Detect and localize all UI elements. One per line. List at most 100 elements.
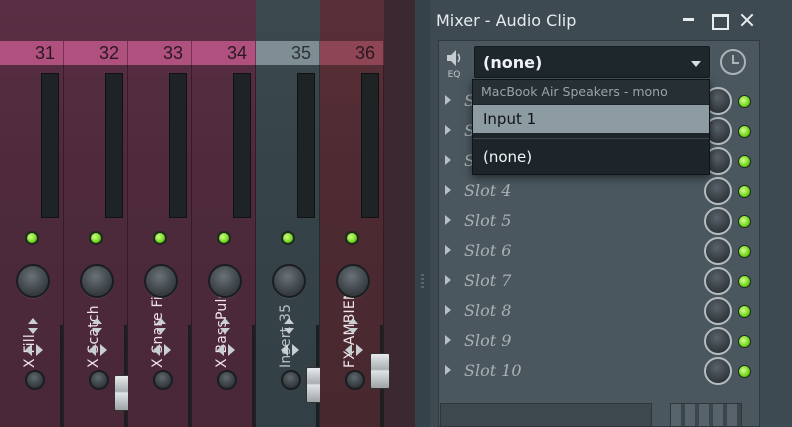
slot-label[interactable]: Slot 7	[464, 271, 511, 290]
slot-row[interactable]: Slot 10	[440, 356, 760, 386]
stereo-separation-icon[interactable]	[281, 343, 299, 357]
mix-level-knob[interactable]	[704, 267, 732, 295]
slot-row[interactable]: Slot 7	[440, 266, 760, 296]
speaker-icon	[447, 50, 461, 66]
audio-clip-panel: Mixer - Audio Clip EQ (none) Slot 1Slot …	[430, 0, 792, 427]
slot-row[interactable]: Slot 6	[440, 236, 760, 266]
up-down-arrows-icon[interactable]	[219, 318, 231, 334]
mixer-strip[interactable]: 35 Insert 35	[256, 0, 326, 427]
mixer-strips: 31 X Fill 32 X Scatch 33 X Snare Fill 34 X Bass…	[0, 0, 415, 427]
close-icon[interactable]	[738, 11, 756, 29]
slot-enable-led-icon[interactable]	[738, 305, 751, 318]
stereo-separation-icon[interactable]	[25, 343, 43, 357]
dropdown-option-input-1[interactable]: Input 1	[473, 105, 709, 133]
expand-arrow-icon[interactable]	[445, 365, 451, 375]
stereo-separation-icon[interactable]	[217, 343, 235, 357]
strip-number: 33	[128, 41, 192, 65]
maximize-icon[interactable]	[710, 11, 729, 30]
up-down-arrows-icon[interactable]	[27, 318, 39, 334]
slot-enable-led-icon[interactable]	[738, 215, 751, 228]
strip-number: 31	[0, 41, 64, 65]
pan-knob[interactable]	[16, 264, 50, 298]
title-bar[interactable]: Mixer - Audio Clip	[430, 0, 792, 40]
fader-track	[60, 325, 63, 427]
mute-led-icon[interactable]	[217, 231, 231, 245]
pan-knob[interactable]	[80, 264, 114, 298]
expand-arrow-icon[interactable]	[445, 125, 451, 135]
slot-row[interactable]: Slot 9	[440, 326, 760, 356]
pan-knob[interactable]	[144, 264, 178, 298]
mix-level-knob[interactable]	[704, 177, 732, 205]
mix-level-knob[interactable]	[704, 207, 732, 235]
strip-number: 34	[192, 41, 256, 65]
stereo-separation-icon[interactable]	[89, 343, 107, 357]
input-select-value: (none)	[483, 53, 543, 72]
mixer-strip[interactable]: 36 FX AMBIENCE	[320, 0, 390, 427]
slot-enable-led-icon[interactable]	[738, 155, 751, 168]
input-select[interactable]: (none)	[474, 46, 710, 78]
slot-label[interactable]: Slot 5	[464, 211, 511, 230]
stereo-separation-icon[interactable]	[153, 343, 171, 357]
mute-led-icon[interactable]	[281, 231, 295, 245]
mixer-strip[interactable]: 34 X BassPulse	[192, 0, 256, 427]
expand-arrow-icon[interactable]	[445, 245, 451, 255]
slot-enable-led-icon[interactable]	[738, 125, 751, 138]
slot-row[interactable]: Slot 4	[440, 176, 760, 206]
mute-led-icon[interactable]	[345, 231, 359, 245]
dropdown-option-none[interactable]: (none)	[473, 143, 709, 171]
expand-arrow-icon[interactable]	[445, 95, 451, 105]
resize-grip[interactable]	[421, 274, 424, 290]
up-down-arrows-icon[interactable]	[283, 318, 295, 334]
slot-label[interactable]: Slot 9	[464, 331, 511, 350]
pan-knob[interactable]	[272, 264, 306, 298]
eq-label: EQ	[447, 70, 461, 80]
small-knob[interactable]	[25, 370, 45, 390]
clock-icon[interactable]	[720, 49, 746, 75]
eq-button[interactable]: EQ	[440, 48, 468, 84]
level-meter	[233, 73, 251, 218]
slot-label[interactable]: Slot 10	[464, 361, 522, 380]
small-knob[interactable]	[281, 370, 301, 390]
expand-arrow-icon[interactable]	[445, 185, 451, 195]
pan-knob[interactable]	[336, 264, 370, 298]
slot-label[interactable]: Slot 8	[464, 301, 511, 320]
volume-fader[interactable]	[370, 352, 390, 389]
strip-name-text: Insert 35	[278, 303, 294, 368]
slot-enable-led-icon[interactable]	[738, 335, 751, 348]
mixer-strip[interactable]: 32 X Scatch	[64, 0, 134, 427]
up-down-arrows-icon[interactable]	[155, 318, 167, 334]
small-knob[interactable]	[345, 370, 365, 390]
mix-level-knob[interactable]	[704, 327, 732, 355]
mute-led-icon[interactable]	[153, 231, 167, 245]
up-down-arrows-icon[interactable]	[91, 318, 103, 334]
slot-label[interactable]: Slot 4	[464, 181, 511, 200]
mix-level-knob[interactable]	[704, 237, 732, 265]
slot-enable-led-icon[interactable]	[738, 365, 751, 378]
mute-led-icon[interactable]	[25, 231, 39, 245]
expand-arrow-icon[interactable]	[445, 305, 451, 315]
small-knob[interactable]	[153, 370, 173, 390]
up-down-arrows-icon[interactable]	[347, 318, 359, 334]
expand-arrow-icon[interactable]	[445, 155, 451, 165]
slot-enable-led-icon[interactable]	[738, 95, 751, 108]
small-knob[interactable]	[217, 370, 237, 390]
slot-enable-led-icon[interactable]	[738, 275, 751, 288]
stereo-separation-icon[interactable]	[345, 343, 363, 357]
expand-arrow-icon[interactable]	[445, 335, 451, 345]
expand-arrow-icon[interactable]	[445, 275, 451, 285]
strip-name-text: X Scatch	[86, 305, 102, 368]
mix-level-knob[interactable]	[704, 357, 732, 385]
expand-arrow-icon[interactable]	[445, 215, 451, 225]
minimize-icon[interactable]	[680, 11, 698, 29]
mixer-strip[interactable]: 33 X Snare Fill	[128, 0, 192, 427]
slot-enable-led-icon[interactable]	[738, 185, 751, 198]
mute-led-icon[interactable]	[89, 231, 103, 245]
slot-label[interactable]: Slot 6	[464, 241, 511, 260]
small-knob[interactable]	[89, 370, 109, 390]
mix-level-knob[interactable]	[704, 297, 732, 325]
mixer-strip[interactable]: 31 X Fill	[0, 0, 64, 427]
pan-knob[interactable]	[208, 264, 242, 298]
slot-row[interactable]: Slot 5	[440, 206, 760, 236]
slot-row[interactable]: Slot 8	[440, 296, 760, 326]
slot-enable-led-icon[interactable]	[738, 245, 751, 258]
